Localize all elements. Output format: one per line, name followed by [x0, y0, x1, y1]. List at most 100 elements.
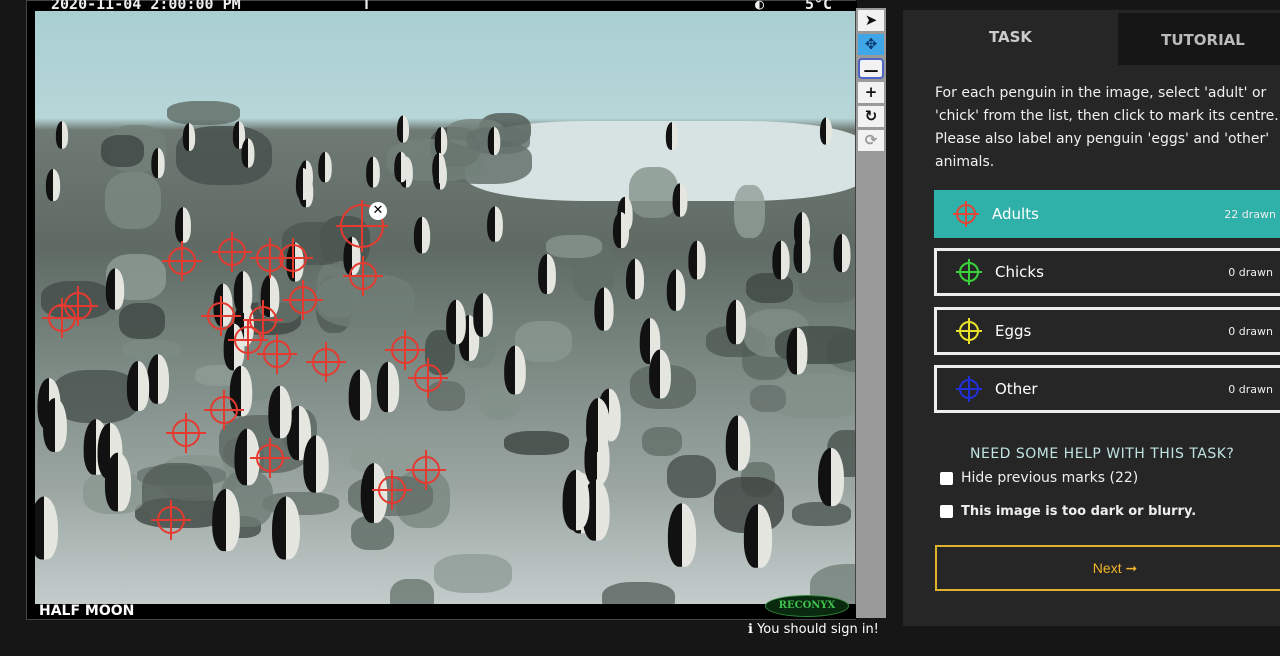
camera-site-bar: HALF MOON: [27, 604, 857, 619]
adult-mark[interactable]: [283, 280, 323, 320]
penguin: [106, 267, 125, 310]
penguin: [819, 116, 832, 145]
reset-button[interactable]: ⟳: [858, 130, 884, 151]
checkbox[interactable]: [940, 471, 953, 485]
adult-mark[interactable]: [406, 450, 446, 490]
adult-mark[interactable]: [306, 342, 346, 382]
hide-marks-checkbox[interactable]: Hide previous marks (22): [940, 470, 1138, 486]
rock: [390, 578, 434, 606]
info-icon: ℹ: [748, 622, 758, 637]
penguin: [35, 496, 59, 560]
penguin: [271, 496, 300, 560]
drawn-count: 22 drawn: [1224, 207, 1276, 221]
penguin: [296, 167, 311, 200]
choice-adults[interactable]: Adults 22 drawn: [934, 190, 1280, 238]
drawn-count: 0 drawn: [1228, 265, 1273, 279]
next-button[interactable]: Next ➞: [935, 545, 1280, 591]
camera-datetime: 2020-11-04 2:00:00 PM: [51, 0, 241, 13]
adult-mark[interactable]: [162, 241, 202, 281]
adult-mark[interactable]: [212, 232, 252, 272]
camera-temperature: 5°C: [805, 0, 833, 13]
too-dark-checkbox[interactable]: This image is too dark or blurry.: [940, 504, 1196, 519]
penguin: [414, 217, 431, 254]
penguin: [625, 258, 644, 300]
penguin: [267, 385, 292, 439]
penguin: [397, 115, 410, 143]
penguin: [833, 233, 851, 272]
penguin: [432, 152, 446, 184]
penguin: [538, 253, 557, 294]
penguin: [665, 122, 679, 150]
penguin: [817, 447, 844, 507]
adult-mark[interactable]: [250, 438, 290, 478]
penguin: [42, 398, 67, 452]
tab-tutorial[interactable]: TUTORIAL: [1118, 13, 1280, 65]
adult-mark[interactable]: [151, 500, 191, 540]
delete-mark-icon[interactable]: ✕: [369, 202, 387, 220]
checkbox[interactable]: [940, 505, 953, 518]
adult-mark[interactable]: [408, 358, 448, 398]
camera-site: HALF MOON: [39, 603, 135, 619]
adult-mark[interactable]: [273, 238, 313, 278]
adult-mark[interactable]: [58, 286, 98, 326]
rock: [602, 581, 675, 606]
rock: [629, 166, 679, 218]
rock: [667, 454, 717, 499]
crosshair-icon: [956, 318, 982, 344]
crosshair-icon: [956, 259, 982, 285]
drawn-count: 0 drawn: [1228, 382, 1273, 396]
rock: [734, 184, 765, 239]
pointer-tool-button[interactable]: ➤: [858, 10, 884, 31]
subject-image-frame: 2020-11-04 2:00:00 PM T ◐ 5°C HALF MOON …: [26, 0, 857, 620]
penguin: [772, 240, 790, 280]
choice-other[interactable]: Other 0 drawn: [934, 365, 1280, 413]
adult-mark[interactable]: [201, 296, 241, 336]
rock: [101, 135, 145, 168]
penguin: [594, 287, 614, 331]
help-link[interactable]: NEED SOME HELP WITH THIS TASK?: [970, 446, 1234, 462]
zoom-in-button[interactable]: +: [858, 82, 884, 103]
rock: [546, 234, 602, 259]
penguin: [743, 503, 772, 568]
adult-mark[interactable]: [372, 470, 412, 510]
adult-mark[interactable]: [204, 390, 244, 430]
adult-mark[interactable]: [385, 330, 425, 370]
penguin: [394, 152, 408, 183]
penguin: [105, 452, 132, 512]
rock: [504, 431, 569, 456]
tab-task[interactable]: TASK: [903, 10, 1118, 65]
adult-mark[interactable]: [166, 413, 206, 453]
penguin: [46, 169, 61, 202]
rock: [118, 303, 165, 340]
choice-chicks[interactable]: Chicks 0 drawn: [934, 248, 1280, 296]
penguin: [446, 300, 467, 345]
rock: [166, 101, 241, 125]
penguin: [562, 469, 590, 531]
moon-phase-icon: ◐: [755, 0, 765, 13]
task-panel: TASK TUTORIAL For each penguin in the im…: [903, 10, 1280, 626]
rock: [642, 427, 682, 457]
penguin: [612, 211, 629, 248]
adult-mark[interactable]: [228, 320, 268, 360]
rock: [104, 171, 162, 229]
zoom-out-button[interactable]: —: [858, 58, 884, 79]
pan-tool-button[interactable]: ✥: [858, 34, 884, 55]
image-toolbar: ➤ ✥ — + ↻ ⟳: [856, 8, 886, 618]
choice-eggs[interactable]: Eggs 0 drawn: [934, 307, 1280, 355]
penguin: [377, 362, 400, 413]
penguin: [318, 151, 332, 182]
penguin: [585, 398, 610, 453]
crosshair-icon: [953, 201, 979, 227]
rotate-button[interactable]: ↻: [858, 106, 884, 127]
penguin: [472, 293, 493, 337]
rock: [750, 385, 787, 412]
penguin: [303, 435, 329, 493]
penguin: [504, 345, 527, 394]
camera-info-bar: 2020-11-04 2:00:00 PM T ◐ 5°C: [27, 0, 857, 13]
adult-mark[interactable]: [343, 256, 383, 296]
sign-in-notice[interactable]: ℹ You should sign in!: [748, 622, 879, 637]
adult-mark[interactable]: [257, 334, 297, 374]
penguin: [787, 327, 808, 375]
penguin: [667, 502, 697, 567]
drawn-count: 0 drawn: [1228, 324, 1273, 338]
